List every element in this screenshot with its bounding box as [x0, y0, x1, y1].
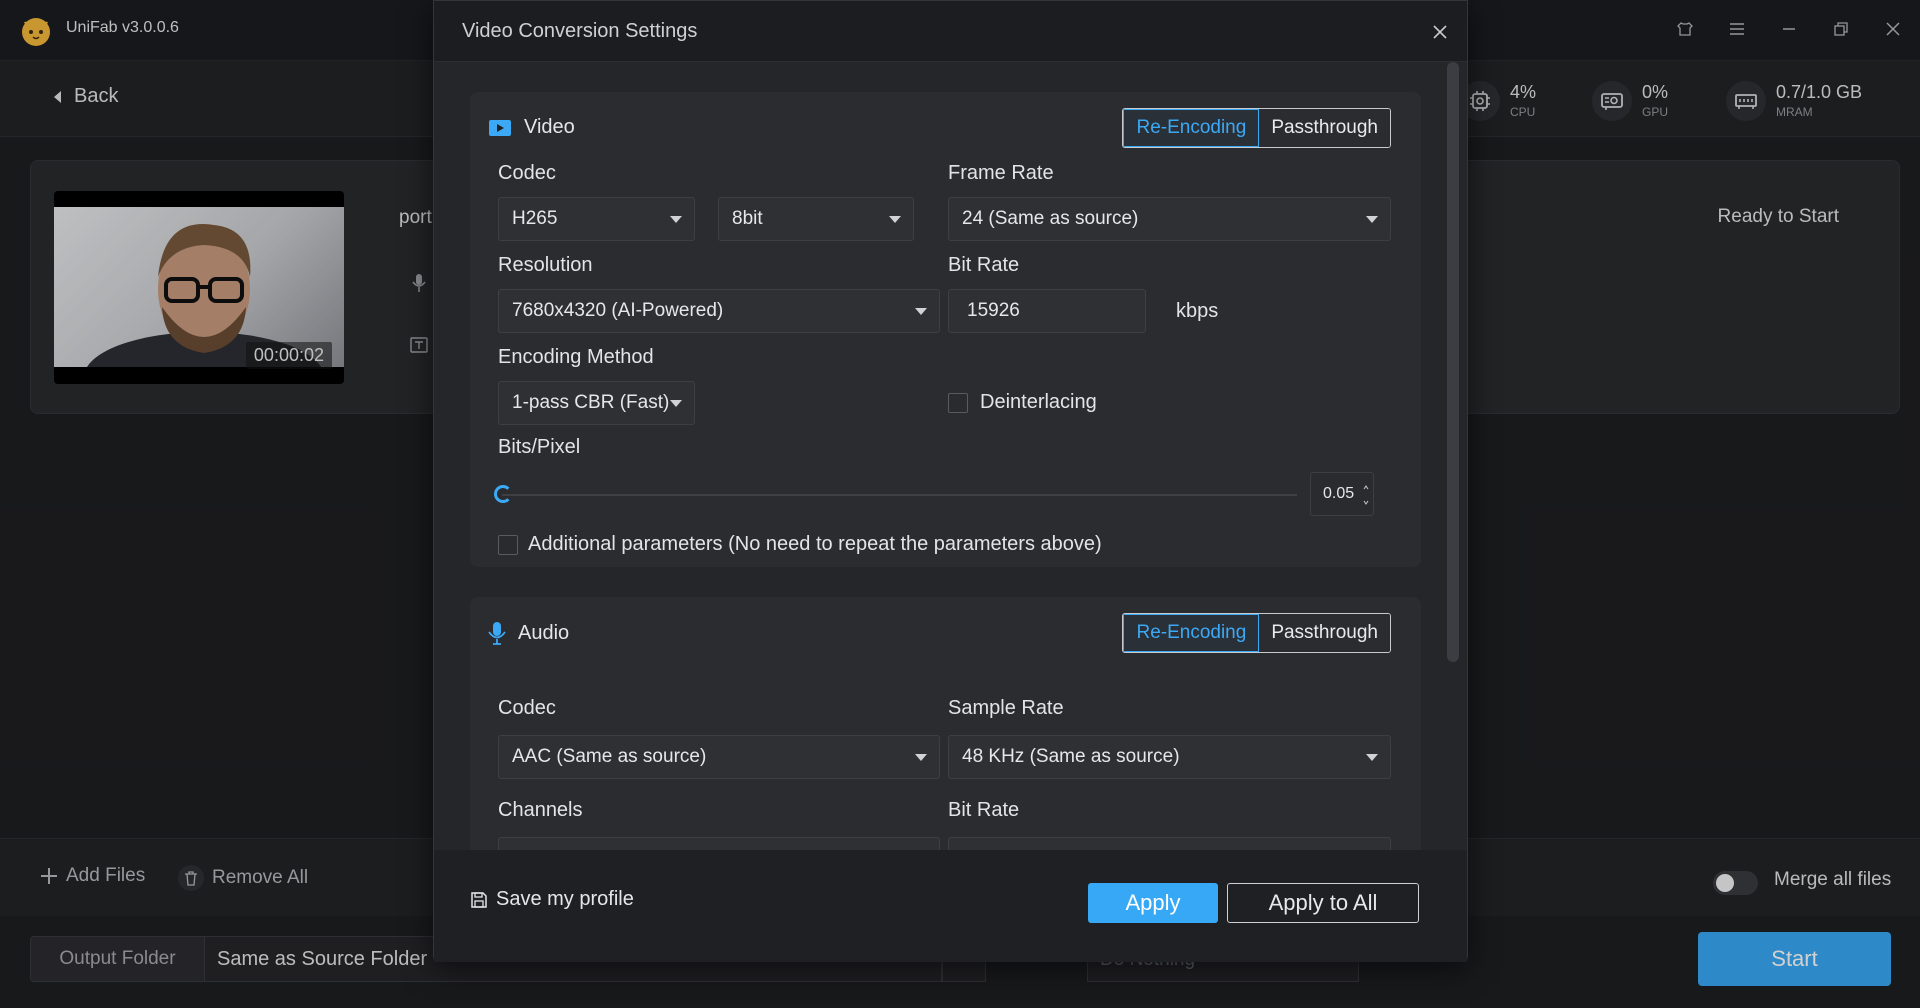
resolution-select[interactable]: 7680x4320 (AI-Powered): [498, 289, 940, 333]
dialog-title: Video Conversion Settings: [462, 20, 698, 42]
spin-arrows-icon[interactable]: [1363, 483, 1369, 507]
apply-to-all-button[interactable]: Apply to All: [1227, 883, 1419, 923]
audio-section-header: Audio: [488, 621, 569, 645]
video-codec-label: Codec: [498, 162, 556, 184]
dialog-header: Video Conversion Settings: [434, 1, 1467, 62]
video-codec-select[interactable]: H265: [498, 197, 695, 241]
chevron-down-icon: [1366, 216, 1378, 223]
chevron-down-icon: [670, 400, 682, 407]
slider-handle[interactable]: [494, 485, 512, 503]
bits-per-pixel-slider[interactable]: [502, 494, 1297, 496]
bit-depth-value: 8bit: [732, 208, 763, 229]
save-icon: [471, 891, 487, 908]
sample-rate-label: Sample Rate: [948, 697, 1064, 719]
frame-rate-value: 24 (Same as source): [962, 208, 1139, 229]
additional-parameters-label: Additional parameters (No need to repeat…: [528, 533, 1102, 555]
channels-select[interactable]: [498, 837, 940, 850]
encoding-method-select[interactable]: 1-pass CBR (Fast): [498, 381, 695, 425]
audio-passthrough-tab[interactable]: Passthrough: [1259, 614, 1390, 652]
save-profile-label: Save my profile: [496, 888, 634, 910]
audio-reencoding-tab[interactable]: Re-Encoding: [1123, 614, 1260, 652]
audio-codec-select[interactable]: AAC (Same as source): [498, 735, 940, 779]
close-icon[interactable]: [1425, 17, 1455, 47]
audio-section: Audio Re-Encoding Passthrough Codec AAC …: [470, 597, 1421, 850]
dialog-body: Video Re-Encoding Passthrough Codec H265…: [434, 62, 1467, 850]
sample-rate-select[interactable]: 48 KHz (Same as source): [948, 735, 1391, 779]
bits-per-pixel-label: Bits/Pixel: [498, 436, 581, 458]
audio-bitrate-select[interactable]: [948, 837, 1391, 850]
apply-button[interactable]: Apply: [1088, 883, 1218, 923]
chevron-down-icon: [670, 216, 682, 223]
chevron-down-icon: [915, 308, 927, 315]
sample-rate-value: 48 KHz (Same as source): [962, 746, 1180, 767]
audio-codec-label: Codec: [498, 697, 556, 719]
deinterlacing-label: Deinterlacing: [980, 391, 1097, 413]
video-reencoding-tab[interactable]: Re-Encoding: [1123, 109, 1260, 147]
video-codec-value: H265: [512, 208, 558, 229]
deinterlacing-checkbox[interactable]: [948, 393, 968, 413]
video-bitrate-input[interactable]: 15926: [948, 289, 1146, 333]
video-icon: [489, 119, 511, 136]
save-profile-button[interactable]: Save my profile: [470, 888, 634, 911]
video-section-title: Video: [524, 116, 575, 138]
frame-rate-select[interactable]: 24 (Same as source): [948, 197, 1391, 241]
frame-rate-label: Frame Rate: [948, 162, 1054, 184]
audio-mode-switch: Re-Encoding Passthrough: [1122, 613, 1391, 653]
chevron-down-icon: [1366, 754, 1378, 761]
additional-parameters-checkbox[interactable]: [498, 535, 518, 555]
chevron-down-icon: [915, 754, 927, 761]
video-bitrate-label: Bit Rate: [948, 254, 1020, 276]
video-conversion-settings-dialog: Video Conversion Settings Video Re-Encod…: [433, 0, 1468, 962]
resolution-label: Resolution: [498, 254, 593, 276]
resolution-value: 7680x4320 (AI-Powered): [512, 300, 724, 321]
video-passthrough-tab[interactable]: Passthrough: [1259, 109, 1390, 147]
bitrate-unit: kbps: [1176, 300, 1219, 322]
bits-per-pixel-spinbox[interactable]: 0.05: [1310, 472, 1374, 516]
dialog-footer: Save my profile Apply Apply to All: [434, 850, 1467, 962]
video-mode-switch: Re-Encoding Passthrough: [1122, 108, 1391, 148]
encoding-method-label: Encoding Method: [498, 346, 654, 368]
bits-per-pixel-value: 0.05: [1323, 485, 1355, 502]
video-section: Video Re-Encoding Passthrough Codec H265…: [470, 92, 1421, 567]
video-section-header: Video: [488, 116, 575, 139]
dialog-scrollbar[interactable]: [1447, 62, 1459, 662]
microphone-icon: [488, 622, 506, 645]
audio-section-title: Audio: [518, 621, 570, 644]
encoding-method-value: 1-pass CBR (Fast): [512, 392, 670, 413]
bit-depth-select[interactable]: 8bit: [718, 197, 914, 241]
audio-bitrate-label: Bit Rate: [948, 799, 1020, 821]
audio-codec-value: AAC (Same as source): [512, 746, 707, 767]
chevron-down-icon: [889, 216, 901, 223]
channels-label: Channels: [498, 799, 583, 821]
